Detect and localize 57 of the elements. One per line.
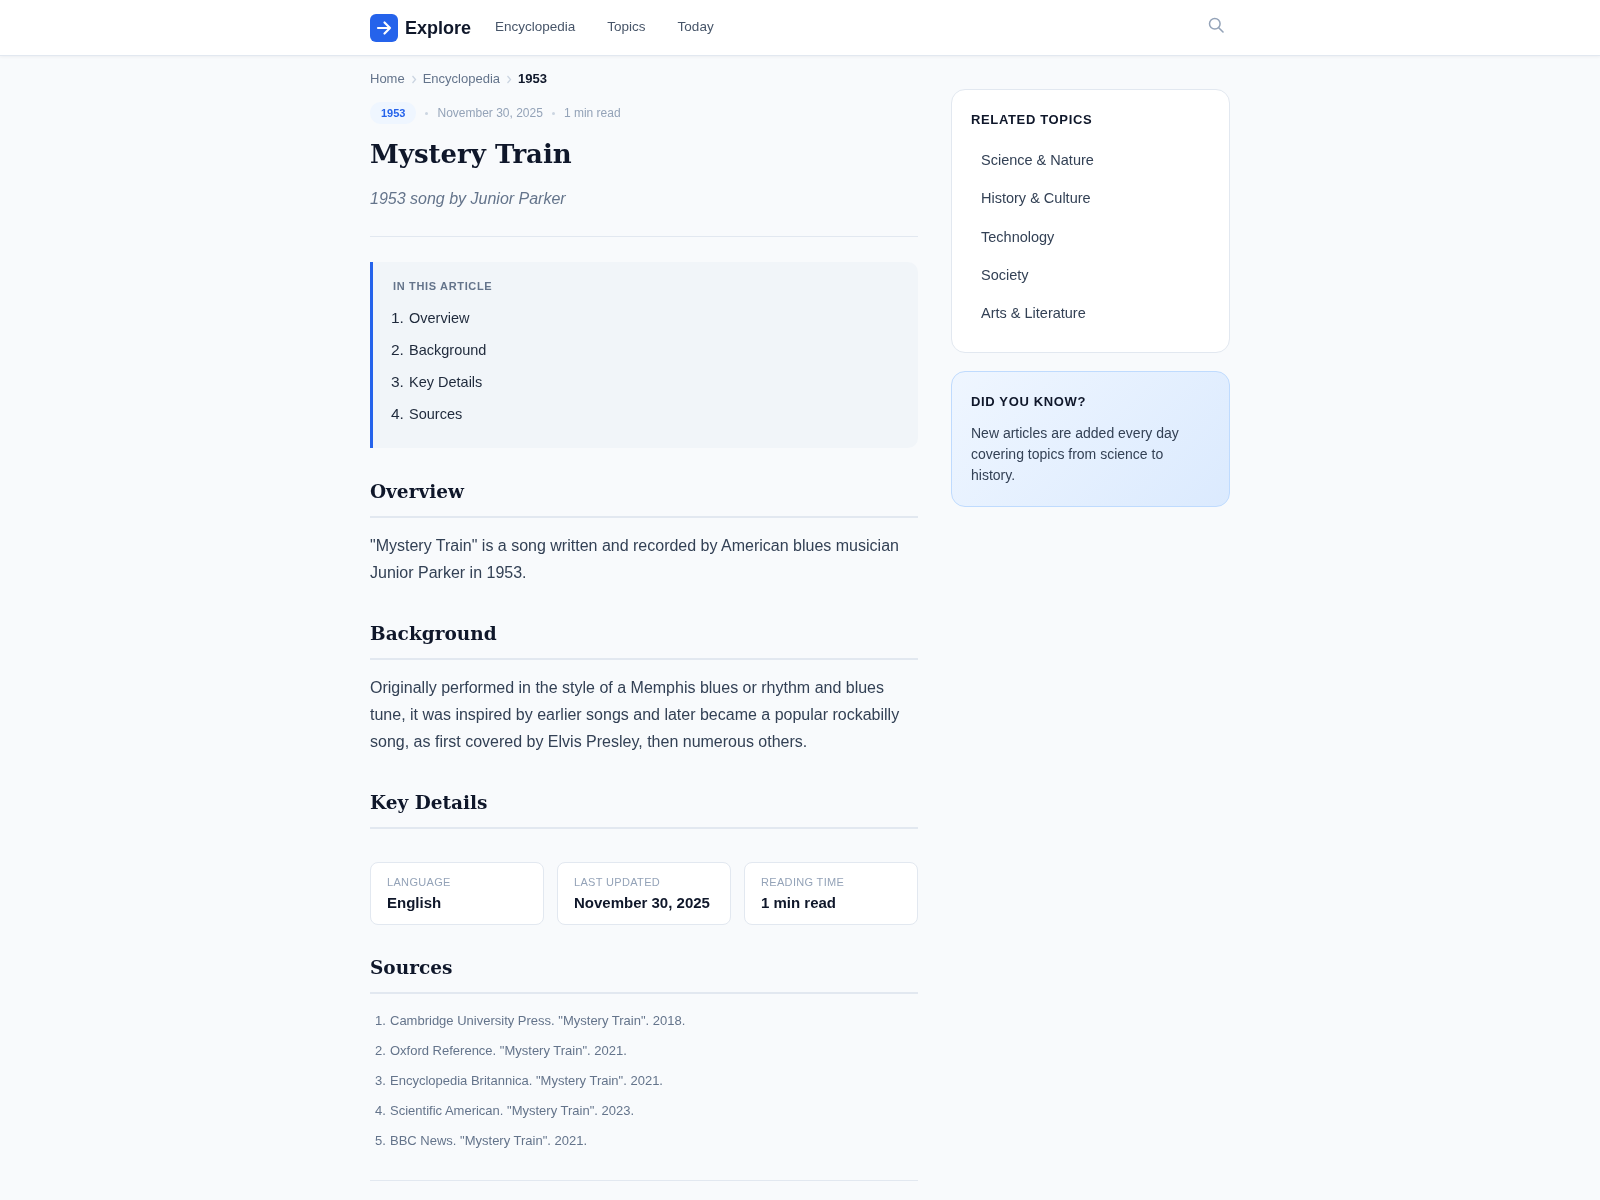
list-number: 1.: [375, 1012, 387, 1030]
detail-value: November 30, 2025: [574, 893, 711, 913]
topic-link[interactable]: Society: [971, 255, 1210, 294]
nav-link[interactable]: Encyclopedia: [485, 11, 586, 44]
source-citation: Oxford Reference. "Mystery Train". 2021.: [390, 1043, 627, 1058]
section-heading: Background: [370, 620, 918, 660]
nav-link[interactable]: Today: [667, 11, 724, 44]
search-icon[interactable]: [1208, 16, 1224, 33]
breadcrumb-link[interactable]: Encyclopedia: [422, 69, 500, 89]
list-number: 2.: [375, 1042, 387, 1060]
article-title: Mystery Train: [370, 138, 573, 171]
dot-icon: [551, 111, 555, 115]
card-title: DID YOU KNOW?: [971, 393, 1088, 412]
topic-link[interactable]: Science & Nature: [971, 141, 1210, 180]
detail-value: 1 min read: [761, 893, 838, 913]
article-subtitle: 1953 song by Junior Parker: [370, 189, 567, 209]
detail-label: LANGUAGE: [387, 875, 452, 890]
toc-link[interactable]: Background: [409, 342, 487, 358]
list-number: 5.: [375, 1132, 387, 1150]
breadcrumb-link[interactable]: Home: [370, 69, 405, 89]
section-heading: Overview: [370, 478, 918, 518]
year-tag[interactable]: 1953: [370, 102, 417, 124]
source-citation: Scientific American. "Mystery Train". 2023.: [390, 1103, 635, 1118]
topic-link[interactable]: Technology: [971, 217, 1210, 256]
topic-link[interactable]: Arts & Literature: [971, 294, 1210, 333]
paragraph: "Mystery Train" is a song written and recorded by American blues musician Junior Parker in 1953.: [370, 536, 900, 583]
card-text: New articles are added every day covering topics from science to history.: [971, 424, 1180, 486]
arrow-logo-icon: [370, 13, 398, 42]
list-number: 4.: [391, 404, 405, 424]
toc-link[interactable]: Overview: [409, 310, 470, 326]
list-number: 4.: [375, 1102, 387, 1120]
source-citation: Encyclopedia Britannica. "Mystery Train". 2021.: [390, 1073, 663, 1088]
source-citation: BBC News. "Mystery Train". 2021.: [390, 1133, 588, 1148]
paragraph: Originally performed in the style of a Memphis blues or rhythm and blues tune, it was inspired by earlier songs and later became a popular rockabilly song, as first covered by Elvis Presley, then numerous others.: [370, 678, 901, 752]
chevron-icon: [410, 74, 417, 84]
toc-link[interactable]: Sources: [409, 406, 463, 422]
detail-value: English: [387, 893, 443, 913]
dot-icon: [425, 111, 429, 115]
chevron-icon: [506, 74, 512, 84]
list-number: 3.: [375, 1072, 387, 1090]
publish-date: November 30, 2025: [437, 105, 543, 122]
brand-link[interactable]: Explore: [370, 13, 472, 42]
list-number: 3.: [391, 372, 405, 392]
breadcrumb-current: 1953: [518, 70, 547, 88]
toc-link[interactable]: Key Details: [409, 374, 483, 390]
list-number: 1.: [391, 308, 405, 328]
card-title: RELATED TOPICS: [971, 111, 1094, 129]
section-heading: Sources: [370, 954, 918, 994]
topic-link[interactable]: History & Culture: [971, 179, 1210, 218]
section-heading: Key Details: [370, 789, 918, 829]
read-time: 1 min read: [563, 105, 621, 122]
toc-title: IN THIS ARTICLE: [392, 279, 494, 294]
nav-link[interactable]: Topics: [597, 11, 656, 44]
list-number: 2.: [391, 340, 405, 360]
source-citation: Cambridge University Press. "Mystery Train". 2018.: [390, 1013, 686, 1028]
detail-label: READING TIME: [761, 875, 846, 890]
detail-label: LAST UPDATED: [574, 875, 662, 890]
